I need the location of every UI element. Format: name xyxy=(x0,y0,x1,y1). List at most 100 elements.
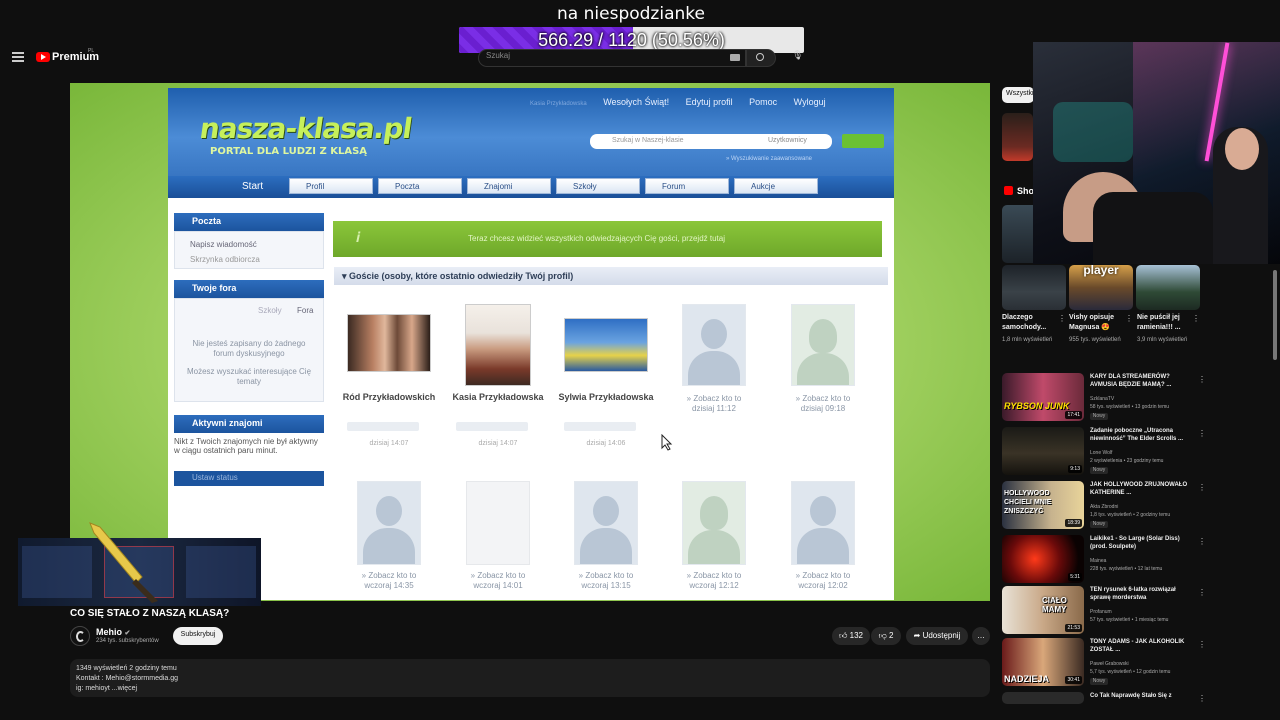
recommendation-5[interactable]: CIAŁO MAMY 21:53 TEN rysunek 6-latka roz… xyxy=(1002,586,1206,636)
rec-menu-icon[interactable]: ⋮ xyxy=(1198,694,1206,703)
nk-logo: nasza-klasa.pl xyxy=(197,112,414,145)
guest-date-8: wczoraj 13:15 xyxy=(581,581,631,590)
channel-subs: 234 tys. subskrybentów xyxy=(96,638,159,644)
nk-side-active-head: Aktywni znajomi xyxy=(174,415,324,433)
rec-menu-icon[interactable]: ⋮ xyxy=(1198,537,1206,546)
rec-menu-icon[interactable]: ⋮ xyxy=(1198,588,1206,597)
rec-menu-icon[interactable]: ⋮ xyxy=(1198,640,1206,649)
recommendation-6[interactable]: NADZIEJA 30:41 TONY ADAMS - JAK ALKOHOLI… xyxy=(1002,638,1206,688)
nk-search-scope: Uzytkownicy xyxy=(768,137,807,144)
rec-thumb-2[interactable]: 9:13 xyxy=(1002,427,1084,475)
subscribe-button[interactable]: Subskrybuj xyxy=(173,627,223,645)
like-button[interactable]: 👍︎ 132 xyxy=(832,627,870,645)
rec-meta-5: 57 tys. wyświetleń • 1 miesiąc temu xyxy=(1090,617,1169,623)
short-thumb-0-top[interactable] xyxy=(1002,205,1033,263)
rec-thumb-3-text: HOLLYWOOD CHCIELI MNIE ZNISZCZYĆ xyxy=(1004,490,1052,515)
search-icon[interactable] xyxy=(756,53,764,61)
short-menu-icon[interactable]: ⋮ xyxy=(1125,314,1133,323)
rec-thumb-3[interactable]: HOLLYWOOD CHCIELI MNIE ZNISZCZYĆ 18:39 xyxy=(1002,481,1084,529)
short-title-3[interactable]: Nie puścił jej ramienia!!! ... xyxy=(1137,313,1191,333)
silhouette-body xyxy=(688,351,740,385)
silhouette-body xyxy=(688,530,740,564)
short-menu-icon[interactable]: ⋮ xyxy=(1192,314,1200,323)
menu-icon[interactable] xyxy=(12,52,24,62)
search-input[interactable]: Szukaj xyxy=(478,49,746,67)
scrollbar-thumb[interactable] xyxy=(1273,270,1277,360)
youtube-logo-icon[interactable] xyxy=(36,52,50,62)
description-contact: Kontakt : Mehio@stormmedia.gg xyxy=(76,675,179,682)
guest-date-5: dzisiaj 09:18 xyxy=(800,404,846,413)
rec-menu-icon[interactable]: ⋮ xyxy=(1198,483,1206,492)
rec-title-2[interactable]: Zadanie poboczne „Utracona niewinność” T… xyxy=(1090,427,1194,443)
description-box[interactable]: 1349 wyświetleń 2 godziny temu Kontakt :… xyxy=(70,659,990,697)
rec-channel-3[interactable]: Akta Zbrodni xyxy=(1090,504,1202,511)
rec-title-1[interactable]: KARY DLA STREAMERÓW? AVMUSIA BĘDZIE MAMĄ… xyxy=(1090,373,1194,389)
info-icon: 𝒊 xyxy=(356,229,360,245)
filter-chip-all[interactable]: Wszystkie xyxy=(1002,87,1038,103)
rec-menu-icon[interactable]: ⋮ xyxy=(1198,375,1206,384)
silhouette-body xyxy=(797,528,849,564)
guest-photo-2 xyxy=(465,304,531,386)
nk-link-swieta: Wesołych Świąt! xyxy=(603,97,670,107)
nk-active-status: Ustaw status xyxy=(174,471,324,486)
keyboard-icon[interactable] xyxy=(730,54,740,61)
channel-name[interactable]: Mehio ✔ xyxy=(96,627,130,637)
rec-title-3[interactable]: JAK HOLLYWOOD ZRUJNOWAŁO KATHERINE ... xyxy=(1090,481,1194,497)
channel-avatar[interactable] xyxy=(70,626,90,646)
more-icon[interactable]: … xyxy=(972,627,990,645)
rec-menu-icon[interactable]: ⋮ xyxy=(1198,429,1206,438)
rec-title-5[interactable]: TEN rysunek 6-latka rozwiązał sprawę mor… xyxy=(1090,586,1194,602)
guest-date-7: wczoraj 14:01 xyxy=(473,581,523,590)
rec-thumb-6[interactable]: NADZIEJA 30:41 xyxy=(1002,638,1084,686)
short-menu-icon[interactable]: ⋮ xyxy=(1058,314,1066,323)
nk-fora-text1: Nie jesteś zapisany do żadnego forum dys… xyxy=(192,339,306,358)
rec-thumb-5[interactable]: CIAŁO MAMY 21:53 xyxy=(1002,586,1084,634)
guest-actions-2 xyxy=(456,422,528,431)
rec-title-4[interactable]: Laikike1 - So Large (Solar Diss) (prod. … xyxy=(1090,535,1194,551)
recommendation-2[interactable]: 9:13 Zadanie poboczne „Utracona niewinno… xyxy=(1002,427,1206,477)
nk-green-banner: Teraz chcesz widzieć wszystkich odwiedza… xyxy=(333,221,882,257)
short-title-1[interactable]: Dlaczego samochody... xyxy=(1002,313,1056,333)
rec-channel-5[interactable]: Profanum xyxy=(1090,609,1202,616)
short-thumb-2[interactable]: player xyxy=(1069,265,1133,310)
dislike-icon: 👎︎ xyxy=(878,631,887,640)
guest-link-8: » Zobacz kto to xyxy=(578,571,634,580)
duration-badge: 21:53 xyxy=(1065,624,1082,632)
silhouette-head xyxy=(810,496,836,526)
rec-title-7[interactable]: Co Tak Naprawdę Stało Się z xyxy=(1090,692,1194,700)
rec-channel-1[interactable]: SzklanaTV xyxy=(1090,396,1202,403)
guest-photo-3 xyxy=(564,318,648,372)
dislike-button[interactable]: 👎︎ 2 xyxy=(871,627,901,645)
rec-channel-2[interactable]: Lone Wolf xyxy=(1090,450,1202,457)
rec-thumb-4[interactable]: 5:31 xyxy=(1002,535,1084,583)
rec-thumb-7[interactable] xyxy=(1002,692,1084,704)
short-thumb-3[interactable] xyxy=(1136,265,1200,310)
recommendation-7[interactable]: Co Tak Naprawdę Stało Się z ⋮ xyxy=(1002,692,1206,704)
rec-badge-6: Nowy xyxy=(1090,678,1108,685)
recommendation-1[interactable]: RYBSON JUNK 17:41 KARY DLA STREAMERÓW? A… xyxy=(1002,373,1206,423)
channel-name-text[interactable]: Mehio xyxy=(96,627,122,637)
recommendation-4[interactable]: 5:31 Laikike1 - So Large (Solar Diss) (p… xyxy=(1002,535,1206,585)
guest-link-5: » Zobacz kto to xyxy=(795,394,851,403)
short-thumb-1[interactable] xyxy=(1002,265,1066,310)
short-title-2[interactable]: Vishy opisuje Magnusa 😍 xyxy=(1069,313,1123,333)
knife-icon xyxy=(89,522,158,603)
guest-photo-5 xyxy=(791,304,855,386)
guest-actions-1 xyxy=(347,422,419,431)
rec-thumb-1[interactable]: RYBSON JUNK 17:41 xyxy=(1002,373,1084,421)
mic-icon[interactable]: 🎙 xyxy=(792,50,803,63)
rec-channel-4[interactable]: Mainea xyxy=(1090,558,1202,565)
rec-channel-6[interactable]: Paweł Grabowski xyxy=(1090,661,1202,668)
nk-link-edytuj: Edytuj profil xyxy=(685,97,733,107)
share-button[interactable]: ➦ Udostępnij xyxy=(906,627,968,645)
description-ig[interactable]: ig: mehioyt ...więcej xyxy=(76,684,990,694)
guest-date-6: wczoraj 14:35 xyxy=(364,581,414,590)
duration-badge: 9:13 xyxy=(1068,465,1082,473)
guest-date-1: dzisiaj 14:07 xyxy=(369,440,409,447)
shorts-label: Sho xyxy=(1017,186,1034,196)
top-recommendation-thumb[interactable] xyxy=(1002,113,1033,161)
recommendation-3[interactable]: HOLLYWOOD CHCIELI MNIE ZNISZCZYĆ 18:39 J… xyxy=(1002,481,1206,531)
nk-tab-znajomi: Znajomi xyxy=(467,178,551,194)
guest-date-9: wczoraj 12:12 xyxy=(689,581,739,590)
rec-title-6[interactable]: TONY ADAMS - JAK ALKOHOLIK ZOSTAŁ ... xyxy=(1090,638,1194,654)
